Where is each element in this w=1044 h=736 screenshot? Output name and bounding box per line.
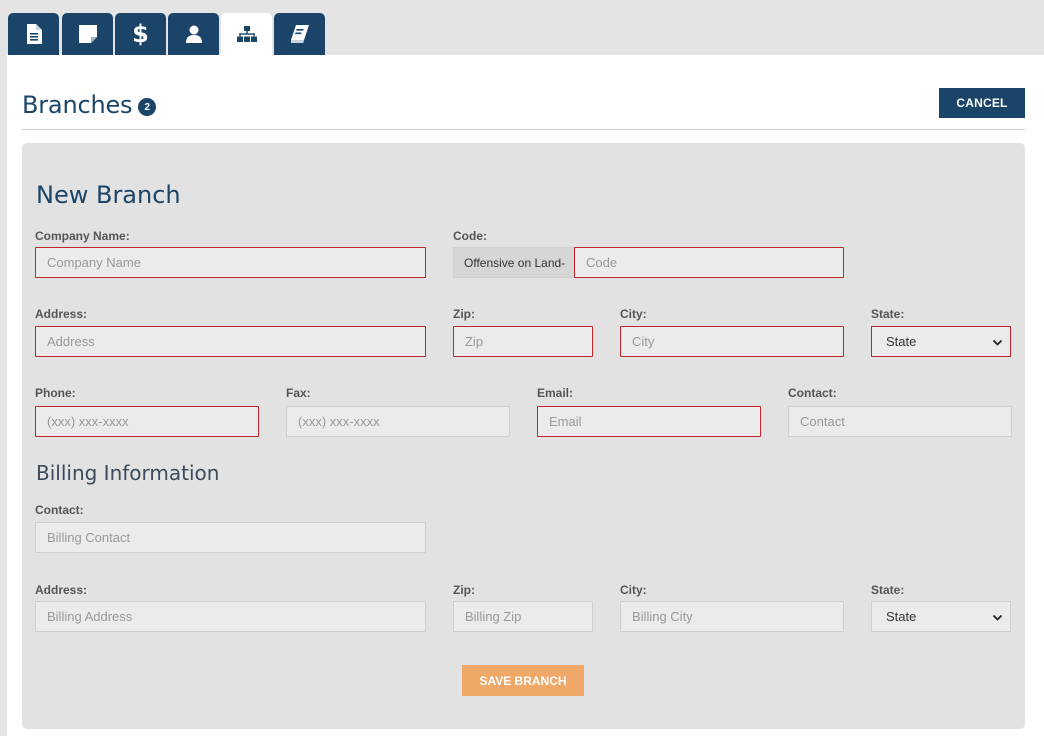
billing-city-label: City:: [620, 583, 647, 597]
user-icon: [185, 25, 202, 43]
tab-bar: $: [0, 0, 1044, 55]
fax-input[interactable]: [286, 406, 510, 437]
tab-notes[interactable]: [62, 13, 113, 55]
zip-label: Zip:: [453, 307, 475, 321]
billing-section-title: Billing Information: [36, 461, 220, 485]
state-select[interactable]: State: [871, 326, 1011, 357]
phone-label: Phone:: [35, 386, 76, 400]
contact-input[interactable]: [788, 406, 1012, 437]
billing-contact-input[interactable]: [35, 522, 426, 553]
code-label: Code:: [453, 229, 487, 243]
document-icon: [26, 24, 42, 44]
email-label: Email:: [537, 386, 574, 400]
chevron-down-icon: [992, 614, 1003, 621]
page-header: Branches 2: [22, 89, 157, 121]
page-title: Branches: [22, 91, 133, 119]
billing-address-label: Address:: [35, 583, 88, 597]
code-prefix: Offensive on Land-: [453, 247, 575, 278]
billing-city-input[interactable]: [620, 601, 844, 632]
save-branch-button[interactable]: SAVE BRANCH: [462, 665, 584, 696]
company-name-input[interactable]: [35, 247, 426, 278]
tab-document[interactable]: [8, 13, 59, 55]
billing-state-select[interactable]: State: [871, 601, 1011, 632]
sitemap-icon: [236, 26, 257, 42]
billing-contact-label: Contact:: [35, 503, 84, 517]
notebook-icon: [290, 25, 309, 43]
address-label: Address:: [35, 307, 88, 321]
header-divider: [22, 129, 1025, 130]
city-input[interactable]: [620, 326, 844, 357]
tab-billing[interactable]: $: [115, 13, 166, 55]
main-panel: Branches 2 CANCEL New Branch Company Nam…: [7, 55, 1044, 736]
phone-input[interactable]: [35, 406, 259, 437]
new-branch-form: New Branch Company Name: Code: Offensive…: [22, 143, 1025, 729]
state-label: State:: [871, 307, 905, 321]
chevron-down-icon: [992, 339, 1003, 346]
tab-branches[interactable]: [221, 13, 272, 55]
cancel-button[interactable]: CANCEL: [939, 88, 1025, 118]
billing-state-select-value: State: [886, 609, 917, 624]
billing-zip-input[interactable]: [453, 601, 593, 632]
city-label: City:: [620, 307, 647, 321]
form-title: New Branch: [36, 181, 181, 209]
note-icon: [78, 25, 97, 43]
billing-state-label: State:: [871, 583, 905, 597]
count-badge: 2: [138, 98, 157, 116]
dollar-icon: $: [132, 20, 149, 48]
tab-users[interactable]: [168, 13, 219, 55]
contact-label: Contact:: [788, 386, 837, 400]
fax-label: Fax:: [286, 386, 311, 400]
state-select-value: State: [886, 334, 917, 349]
billing-zip-label: Zip:: [453, 583, 475, 597]
code-input[interactable]: [574, 247, 844, 278]
zip-input[interactable]: [453, 326, 593, 357]
tab-log[interactable]: [274, 13, 325, 55]
billing-address-input[interactable]: [35, 601, 426, 632]
company-name-label: Company Name:: [35, 229, 130, 243]
email-input[interactable]: [537, 406, 761, 437]
address-input[interactable]: [35, 326, 426, 357]
